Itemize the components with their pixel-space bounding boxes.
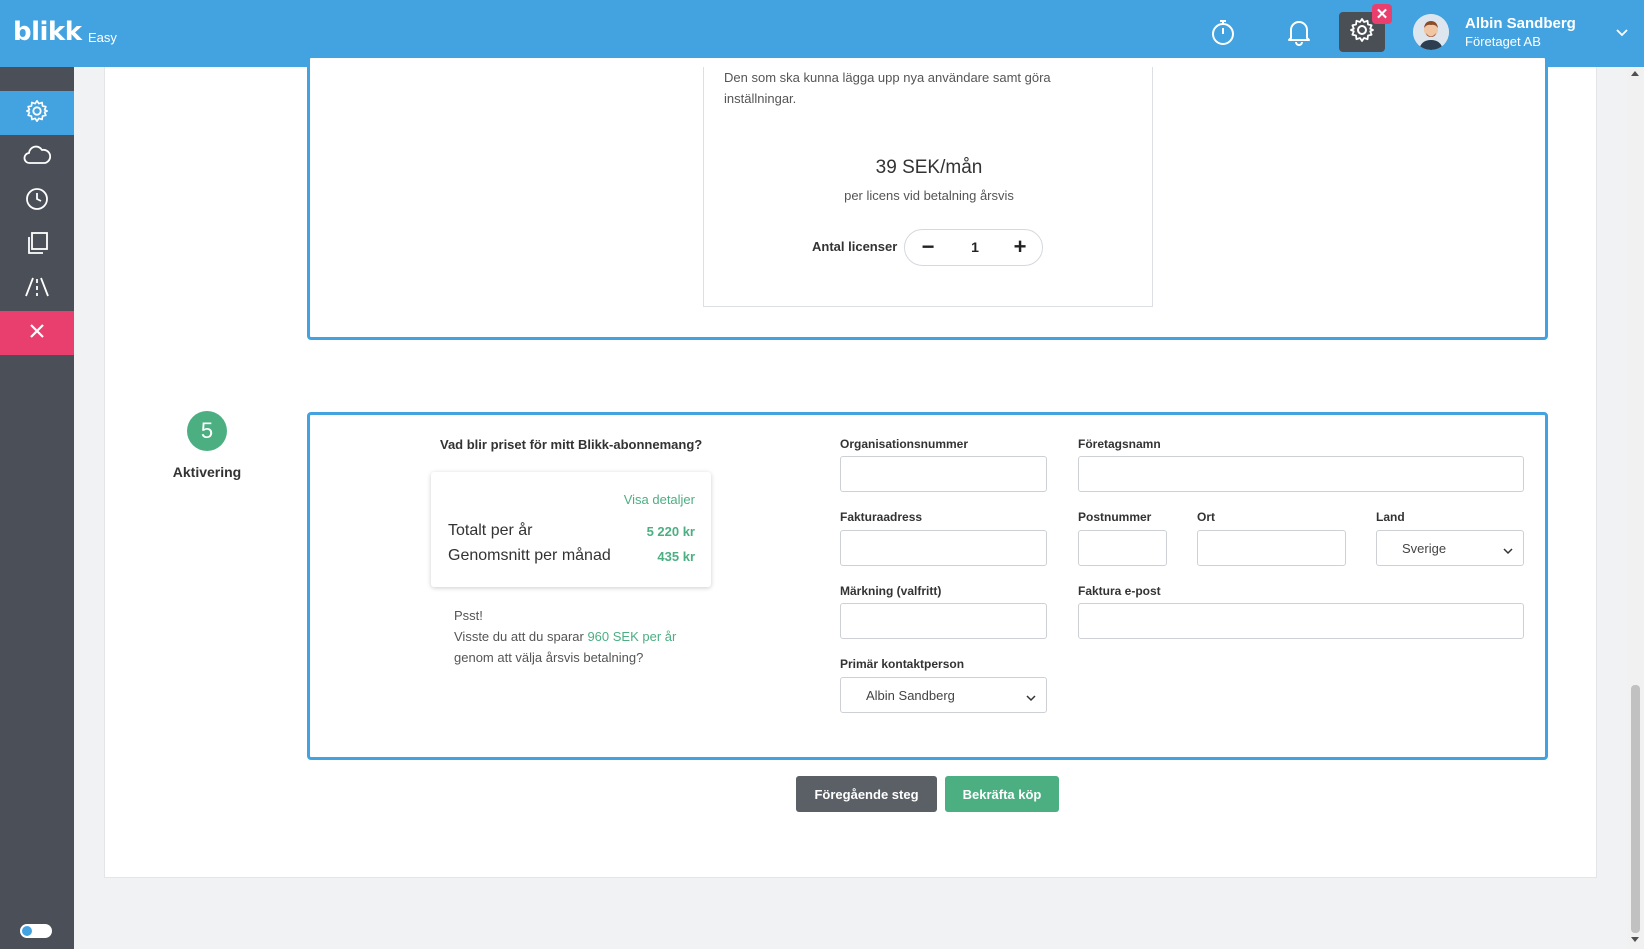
marking-label: Märkning (valfritt) — [840, 584, 942, 598]
bell-icon[interactable] — [1282, 15, 1316, 49]
scrollbar[interactable] — [1627, 67, 1644, 949]
savings-tip-before: Visste du att du sparar — [454, 629, 588, 644]
avg-per-month-label: Genomsnitt per månad — [448, 547, 611, 564]
chevron-down-icon[interactable] — [1616, 24, 1628, 42]
scroll-up-arrow-icon[interactable] — [1631, 71, 1639, 76]
clock-icon — [25, 187, 49, 216]
org-number-label: Organisationsnummer — [840, 437, 969, 451]
step-label: Aktivering — [172, 464, 242, 480]
marking-input[interactable] — [840, 603, 1047, 639]
license-count-label: Antal licenser — [812, 239, 898, 254]
country-select-value: Sverige — [1402, 541, 1447, 556]
pricing-question: Vad blir priset för mitt Blikk-abonneman… — [440, 437, 703, 452]
invoice-address-input[interactable] — [840, 530, 1047, 566]
primary-contact-select[interactable]: Albin Sandberg — [840, 677, 1047, 713]
country-label: Land — [1376, 510, 1405, 524]
license-quantity-stepper: − 1 + — [904, 229, 1043, 266]
previous-step-button[interactable]: Föregående steg — [796, 776, 937, 812]
avg-per-month-value: 435 kr — [657, 549, 695, 564]
sidebar-item-documents[interactable] — [0, 223, 74, 267]
avatar[interactable] — [1413, 14, 1449, 50]
user-name[interactable]: Albin Sandberg — [1465, 15, 1576, 32]
gear-icon — [25, 99, 49, 128]
license-count-value[interactable]: 1 — [955, 239, 995, 255]
city-input[interactable] — [1197, 530, 1346, 566]
road-icon — [24, 276, 50, 303]
sidebar-item-cloud[interactable] — [0, 135, 74, 179]
documents-icon — [25, 231, 49, 260]
org-number-input[interactable] — [840, 456, 1047, 492]
decrement-button[interactable]: − — [913, 233, 943, 263]
stopwatch-icon[interactable] — [1206, 15, 1240, 49]
city-label: Ort — [1197, 510, 1215, 524]
savings-tip: Psst! Visste du att du sparar 960 SEK pe… — [454, 605, 714, 668]
app-logo[interactable]: blikk — [13, 17, 82, 47]
confirm-purchase-button[interactable]: Bekräfta köp — [945, 776, 1059, 812]
toggle-knob — [22, 926, 32, 936]
license-description: Den som ska kunna lägga upp nya användar… — [724, 70, 1051, 106]
app-logo-edition: Easy — [88, 30, 117, 45]
country-select[interactable]: Sverige — [1376, 530, 1524, 566]
savings-amount: 960 SEK per år — [587, 629, 677, 644]
theme-toggle[interactable] — [20, 924, 52, 938]
user-company: Företaget AB — [1465, 34, 1541, 49]
step-number-badge: 5 — [187, 411, 227, 451]
primary-contact-label: Primär kontaktperson — [840, 657, 965, 671]
savings-tip-after: genom att välja årsvis betalning? — [454, 650, 644, 665]
savings-tip-title: Psst! — [454, 608, 483, 623]
license-price: 39 SEK/mån — [875, 157, 983, 178]
sidebar-item-time[interactable] — [0, 179, 74, 223]
savings-tip-text: Visste du att du sparar 960 SEK per år — [454, 626, 714, 647]
show-details-link[interactable]: Visa detaljer — [624, 492, 695, 507]
close-icon — [29, 323, 45, 344]
scrollbar-thumb[interactable] — [1631, 685, 1640, 933]
invoice-email-label: Faktura e-post — [1078, 584, 1161, 598]
total-per-year-value: 5 220 kr — [646, 524, 695, 539]
increment-button[interactable]: + — [1005, 233, 1035, 263]
sidebar-item-settings[interactable] — [0, 91, 74, 135]
company-name-input[interactable] — [1078, 456, 1524, 492]
sidebar — [0, 67, 74, 949]
sidebar-item-close[interactable] — [0, 311, 74, 355]
price-summary-box: Visa detaljer Totalt per år 5 220 kr Gen… — [431, 472, 711, 587]
primary-contact-value: Albin Sandberg — [866, 688, 955, 703]
license-price-note: per licens vid betalning årsvis — [844, 188, 1014, 203]
chevron-down-icon — [1503, 543, 1513, 558]
invoice-address-label: Fakturaadress — [840, 510, 923, 524]
total-per-year-label: Totalt per år — [448, 522, 533, 539]
postal-code-label: Postnummer — [1078, 510, 1152, 524]
sidebar-item-road[interactable] — [0, 267, 74, 311]
postal-code-input[interactable] — [1078, 530, 1167, 566]
scroll-down-arrow-icon[interactable] — [1631, 937, 1639, 942]
invoice-email-input[interactable] — [1078, 603, 1524, 639]
cloud-icon — [23, 144, 52, 171]
company-name-label: Företagsnamn — [1078, 437, 1161, 451]
gear-icon — [1349, 17, 1375, 48]
license-card: Den som ska kunna lägga upp nya användar… — [703, 67, 1153, 307]
chevron-down-icon — [1026, 690, 1036, 705]
close-settings-badge[interactable]: ✕ — [1372, 4, 1392, 24]
